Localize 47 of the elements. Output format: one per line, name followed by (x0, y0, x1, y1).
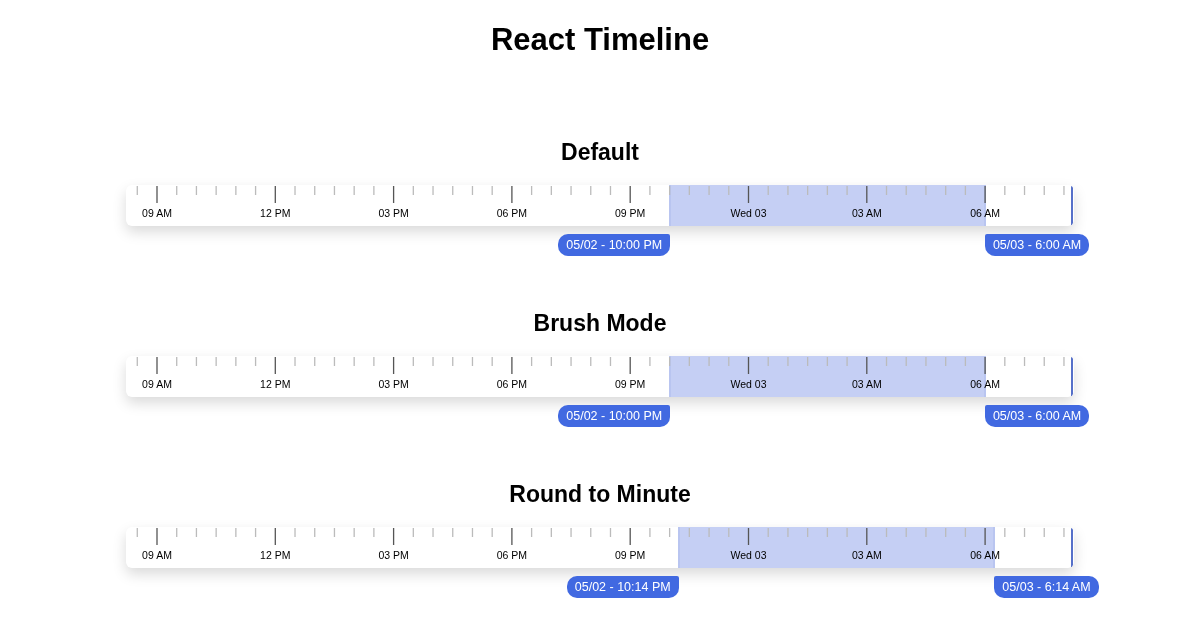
section-title: Brush Mode (533, 309, 667, 337)
section-title: Round to Minute (509, 480, 691, 508)
axis-label: 09 PM (615, 207, 646, 219)
selection-range[interactable] (670, 185, 985, 226)
end-marker (1071, 356, 1073, 397)
axis-label: 03 AM (851, 207, 882, 219)
axis-label: 12 PM (260, 207, 291, 219)
axis-label: Wed 03 (730, 378, 767, 390)
selection-start-handle[interactable] (669, 185, 672, 226)
axis-label: 03 PM (378, 378, 409, 390)
timeline-track[interactable]: 09 AM 12 PM 03 PM 06 PM 09 PM Wed 03 03 AM 06 AM (126, 527, 1074, 568)
axis-label: 06 PM (496, 207, 528, 219)
axis-label: 09 PM (615, 378, 646, 390)
axis-label: 12 PM (260, 378, 291, 390)
axis-label: 06 AM (970, 207, 1000, 219)
axis-label: 06 AM (970, 378, 1000, 390)
axis-label: Wed 03 (730, 549, 767, 561)
axis-label: 03 AM (851, 549, 882, 561)
selection-end-handle[interactable] (983, 185, 986, 226)
timeline-track[interactable]: 09 AM 12 PM 03 PM 06 PM 09 PM Wed 03 03 AM 06 AM (126, 356, 1074, 397)
end-marker (1071, 527, 1073, 568)
axis-label: 09 AM (142, 207, 172, 219)
axis-label: 06 AM (970, 549, 1000, 561)
selection-start-handle[interactable] (669, 356, 672, 397)
page-title: React Timeline (490, 21, 710, 59)
end-time-badge: 05/03 - 6:00 AM (984, 405, 1090, 427)
end-time-badge: 05/03 - 6:14 AM (994, 576, 1099, 598)
selection-start-handle[interactable] (677, 527, 680, 568)
axis-label: 12 PM (260, 549, 291, 561)
axis-label: 06 PM (496, 378, 528, 390)
start-time-badge: 05/02 - 10:00 PM (558, 234, 671, 256)
section-title: Default (561, 138, 639, 166)
axis-label: 03 AM (851, 378, 882, 390)
selection-end-handle[interactable] (983, 356, 986, 397)
timeline-track[interactable]: 09 AM 12 PM 03 PM 06 PM 09 PM Wed 03 03 AM 06 AM (126, 185, 1074, 226)
axis-label: 03 PM (378, 549, 409, 561)
axis-label: Wed 03 (730, 207, 767, 219)
axis-label: 09 PM (615, 549, 646, 561)
axis-label: 09 AM (142, 378, 172, 390)
axis-label: 09 AM (142, 549, 172, 561)
selection-range[interactable] (670, 356, 985, 397)
start-time-badge: 05/02 - 10:14 PM (566, 576, 679, 598)
axis-label: 03 PM (378, 207, 409, 219)
axis-label: 06 PM (496, 549, 528, 561)
end-time-badge: 05/03 - 6:00 AM (984, 234, 1090, 256)
end-marker (1071, 185, 1073, 226)
start-time-badge: 05/02 - 10:00 PM (558, 405, 671, 427)
